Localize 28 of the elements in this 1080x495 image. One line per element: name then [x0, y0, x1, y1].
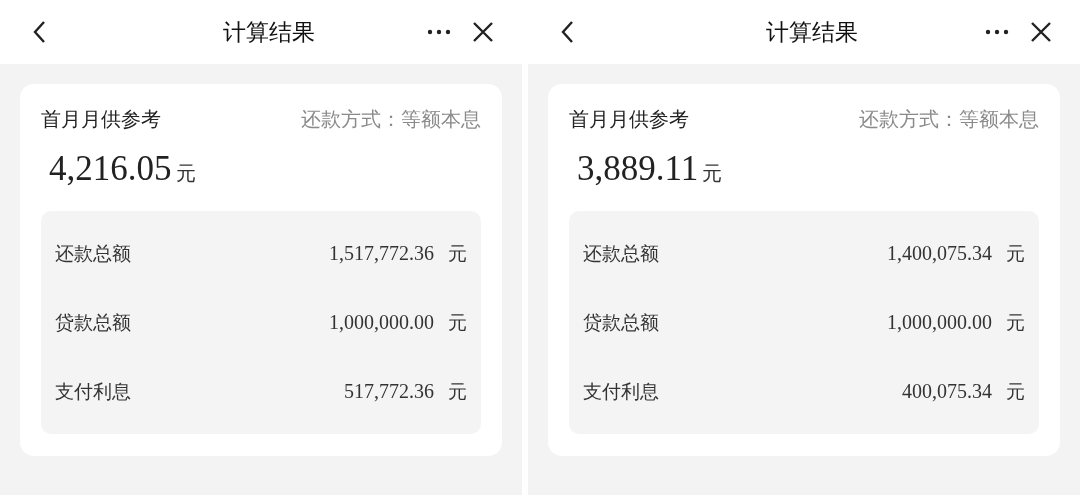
- unit-label: 元: [1006, 309, 1025, 335]
- unit-label: 元: [448, 309, 467, 335]
- unit-label: 元: [702, 160, 723, 187]
- unit-label: 元: [1006, 378, 1025, 404]
- repayment-method: 还款方式：等额本息: [859, 106, 1039, 133]
- unit-label: 元: [448, 378, 467, 404]
- row-label: 支付利息: [55, 378, 132, 404]
- row-label: 支付利息: [583, 378, 660, 404]
- card-label: 首月月供参考: [41, 106, 161, 133]
- row-label: 还款总额: [583, 240, 660, 266]
- row-label: 贷款总额: [583, 309, 660, 335]
- row-value: 517,772.36: [344, 380, 434, 403]
- monthly-amount: 3,889.11: [577, 149, 699, 189]
- row-label: 贷款总额: [55, 309, 132, 335]
- row-value: 1,000,000.00: [329, 311, 434, 334]
- monthly-amount: 4,216.05: [49, 149, 172, 189]
- page-title: 计算结果: [765, 17, 859, 47]
- row-value: 1,517,772.36: [329, 242, 434, 265]
- row-value: 400,075.34: [902, 380, 992, 403]
- card-label: 首月月供参考: [569, 106, 689, 133]
- page-title: 计算结果: [222, 17, 316, 47]
- unit-label: 元: [175, 160, 196, 187]
- row-label: 还款总额: [55, 240, 132, 266]
- row-value: 1,400,075.34: [887, 242, 992, 265]
- unit-label: 元: [1006, 240, 1025, 266]
- row-value: 1,000,000.00: [887, 311, 992, 334]
- unit-label: 元: [448, 240, 467, 266]
- repayment-method: 还款方式：等额本息: [301, 106, 481, 133]
